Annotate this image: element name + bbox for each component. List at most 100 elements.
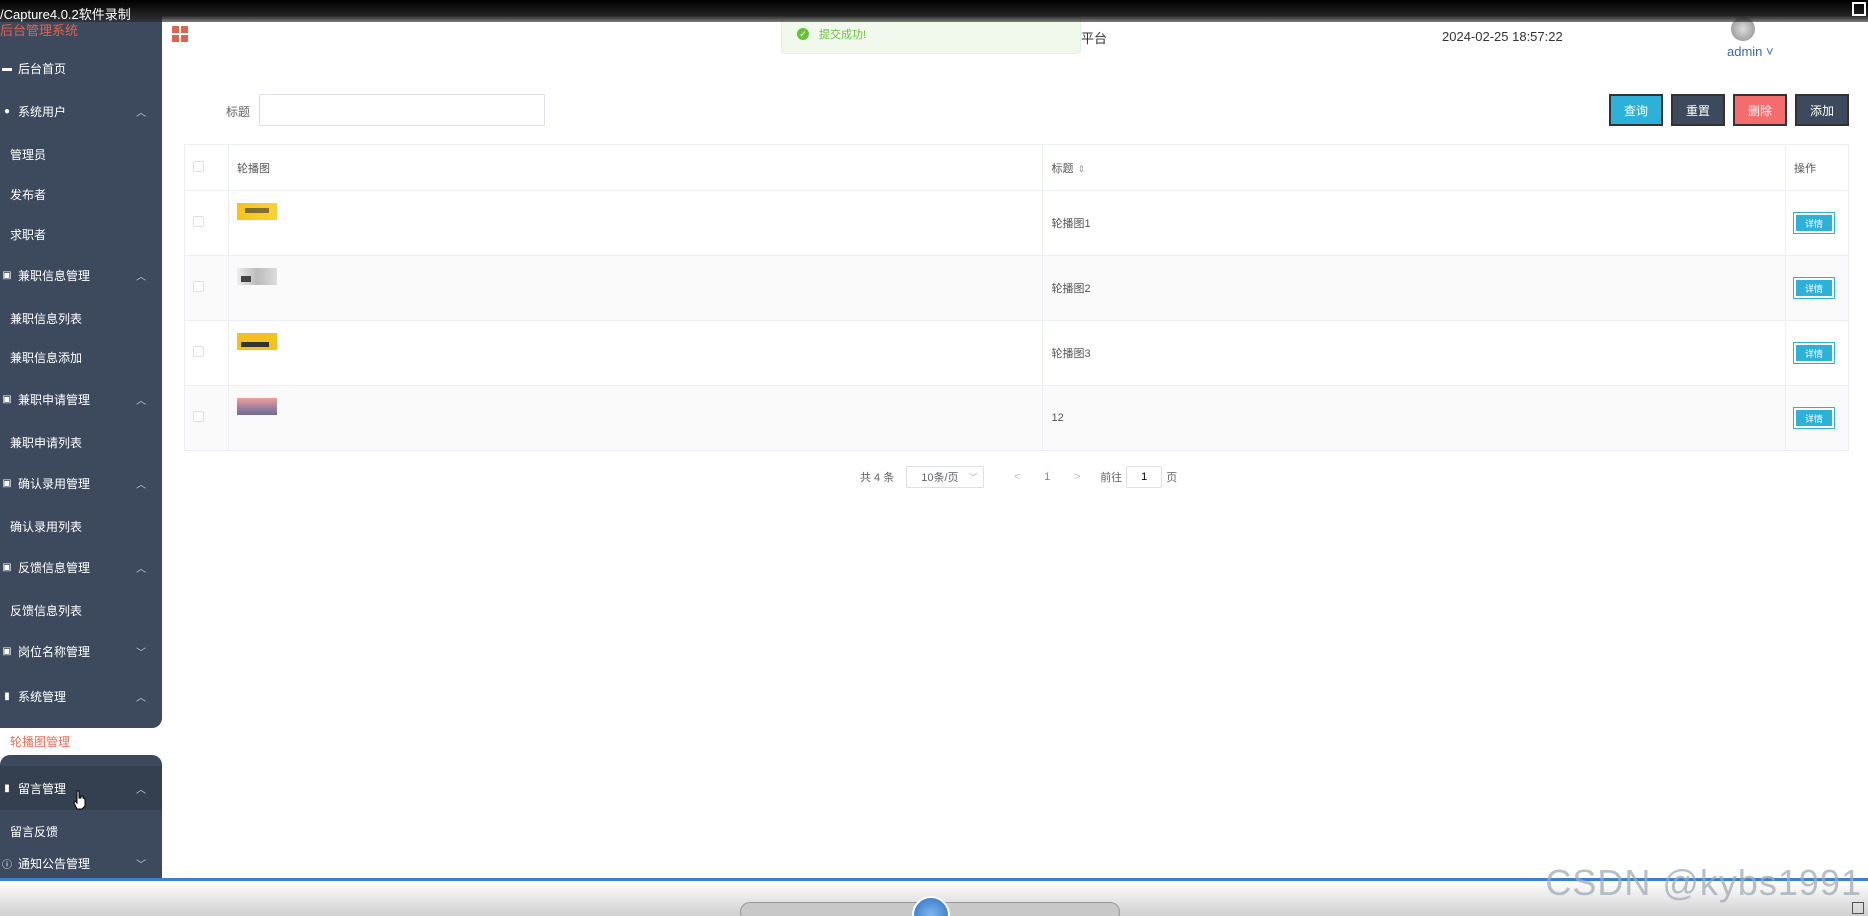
sort-icon[interactable]: ⇕ (1077, 164, 1085, 174)
detail-button[interactable]: 详情 (1792, 342, 1835, 364)
menu-grid-icon[interactable] (172, 26, 188, 42)
carousel-thumbnail[interactable] (236, 398, 277, 415)
sidebar-item-system-manage[interactable]: ▮ 系统管理 ︿ (0, 676, 162, 716)
row-checkbox[interactable] (193, 281, 204, 292)
carousel-thumbnail[interactable] (236, 203, 277, 220)
detail-button[interactable]: 详情 (1792, 212, 1835, 234)
table-header-row: 轮播图 标题 ⇕ 操作 (184, 144, 1850, 191)
carousel-table: 轮播图 标题 ⇕ 操作 轮播图1 详情 轮播图2 详情 轮播图3 详情 12 详… (184, 144, 1850, 451)
sidebar-subitem-job-apply-list[interactable]: 兼职申请列表 (10, 427, 82, 457)
sidebar-item-label: 岗位名称管理 (18, 644, 91, 659)
table-row: 轮播图1 详情 (184, 190, 1850, 256)
page-title: 平台 (1081, 31, 1108, 46)
sidebar-item-label: 系统管理 (18, 689, 67, 704)
fullscreen-icon[interactable] (1852, 2, 1866, 16)
chart-icon: ▣ (2, 477, 12, 489)
sidebar-subitem-admin[interactable]: 管理员 (10, 139, 46, 169)
page-suffix-label: 页 (1166, 472, 1178, 484)
sidebar-item-system-users[interactable]: ● 系统用户 ︿ (0, 91, 162, 131)
chart-icon: ▣ (2, 561, 12, 573)
sidebar-subitem-job-info-list[interactable]: 兼职信息列表 (10, 303, 82, 333)
chart-icon: ▣ (2, 645, 12, 657)
carousel-thumbnail[interactable] (236, 268, 277, 285)
sidebar: 后台管理系统 ▬ 后台首页 ● 系统用户 ︿ 管理员 发布者 求职者 ▣ 兼职信… (0, 0, 162, 916)
sidebar-item-confirm-hire[interactable]: ▣ 确认录用管理 ︿ (0, 463, 162, 503)
row-check-cell (184, 190, 229, 256)
chart-icon: ▣ (2, 269, 12, 281)
sidebar-subitem-message-feedback[interactable]: 留言反馈 (10, 816, 58, 846)
recorder-top-bar (0, 0, 1868, 22)
sidebar-item-notices[interactable]: ⓘ 通知公告管理 ﹀ (0, 843, 162, 883)
row-image-cell (228, 385, 1044, 451)
chevron-up-icon: ︿ (136, 395, 146, 407)
page-size-select[interactable]: 10条/页 ﹀ (906, 466, 985, 488)
hand-cursor-icon (73, 790, 86, 810)
sidebar-item-feedback[interactable]: ▣ 反馈信息管理 ︿ (0, 547, 162, 587)
sidebar-item-label: 反馈信息管理 (18, 560, 91, 575)
reset-button[interactable]: 重置 (1671, 94, 1725, 126)
row-image-cell (228, 190, 1044, 256)
sidebar-item-job-apply[interactable]: ▣ 兼职申请管理 ︿ (0, 379, 162, 419)
sidebar-item-home[interactable]: ▬ 后台首页 (0, 48, 162, 88)
sidebar-subitem-feedback-list[interactable]: 反馈信息列表 (10, 595, 82, 625)
sidebar-item-label: 留言管理 (18, 781, 67, 796)
expand-icon[interactable] (1852, 902, 1864, 914)
sidebar-subitem-confirm-hire-list[interactable]: 确认录用列表 (10, 511, 82, 541)
row-title-cell: 轮播图1 (1042, 190, 1786, 256)
user-dropdown[interactable]: admin ˅ (1727, 44, 1774, 59)
next-page-button[interactable]: > (1062, 471, 1092, 483)
sidebar-item-job-info[interactable]: ▣ 兼职信息管理 ︿ (0, 255, 162, 295)
row-action-cell: 详情 (1785, 255, 1850, 321)
row-check-cell (184, 255, 229, 321)
table-row: 轮播图3 详情 (184, 320, 1850, 386)
row-checkbox[interactable] (193, 216, 204, 227)
sidebar-subitem-job-info-add[interactable]: 兼职信息添加 (10, 342, 82, 372)
column-header-title-label: 标题 (1051, 162, 1074, 175)
search-title-input[interactable] (259, 94, 545, 126)
column-header-title[interactable]: 标题 ⇕ (1042, 144, 1786, 191)
sidebar-item-position-names[interactable]: ▣ 岗位名称管理 ﹀ (0, 631, 162, 671)
sidebar-item-label: 通知公告管理 (18, 856, 91, 871)
table-row: 轮播图2 详情 (184, 255, 1850, 321)
sidebar-item-label: 后台首页 (18, 61, 67, 76)
check-circle-icon: ✓ (797, 28, 809, 40)
desktop-icon: ▬ (2, 62, 12, 74)
sidebar-subitem-jobseeker[interactable]: 求职者 (10, 219, 46, 249)
column-header-actions: 操作 (1785, 144, 1850, 191)
row-checkbox[interactable] (193, 411, 204, 422)
detail-button[interactable]: 详情 (1792, 407, 1835, 429)
query-button[interactable]: 查询 (1609, 94, 1663, 126)
current-page[interactable]: 1 (1032, 471, 1062, 483)
page-size-value: 10条/页 (921, 472, 959, 484)
prev-page-button[interactable]: < (1002, 471, 1032, 483)
search-title-label: 标题 (226, 105, 251, 119)
sidebar-subitem-carousel[interactable]: 轮播图管理 (10, 726, 70, 756)
carousel-thumbnail[interactable] (236, 333, 277, 350)
info-icon: ⓘ (2, 859, 12, 871)
row-action-cell: 详情 (1785, 385, 1850, 451)
chevron-up-icon: ︿ (136, 692, 146, 704)
delete-button[interactable]: 删除 (1733, 94, 1787, 126)
row-checkbox[interactable] (193, 346, 204, 357)
sidebar-item-label: 系统用户 (18, 104, 67, 119)
row-title-cell: 轮播图2 (1042, 255, 1786, 321)
detail-button[interactable]: 详情 (1792, 277, 1835, 299)
chevron-up-icon: ︿ (136, 784, 146, 796)
row-check-cell (184, 320, 229, 386)
goto-label: 前往 (1100, 472, 1123, 484)
sidebar-subitem-publisher[interactable]: 发布者 (10, 179, 46, 209)
chevron-down-icon: ﹀ (136, 859, 146, 871)
chart-icon: ▣ (2, 393, 12, 405)
pagination-total: 共 4 条 (860, 472, 895, 484)
user-icon: ● (3, 105, 11, 117)
select-all-checkbox[interactable] (193, 160, 204, 172)
recorder-title: /Capture4.0.2软件录制 (0, 7, 131, 22)
row-check-cell (184, 385, 229, 451)
bar-chart-icon: ▮ (4, 782, 10, 794)
goto-page-input[interactable] (1126, 466, 1163, 488)
bar-chart-icon: ▮ (4, 690, 10, 702)
sidebar-item-label: 兼职申请管理 (18, 392, 91, 407)
add-button[interactable]: 添加 (1795, 94, 1849, 126)
sidebar-item-label: 确认录用管理 (18, 476, 91, 491)
row-image-cell (228, 255, 1044, 321)
